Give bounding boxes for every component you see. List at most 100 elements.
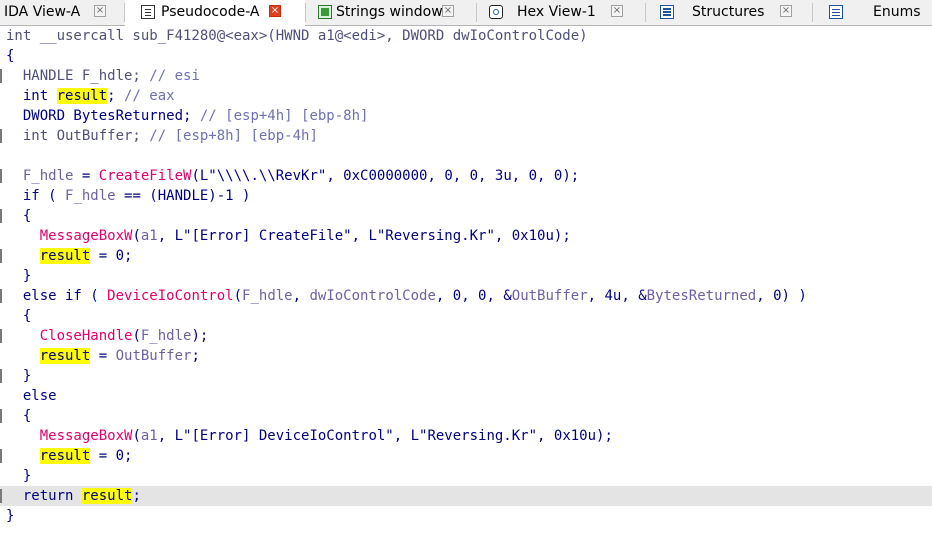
- code-line[interactable]: int __usercall sub_F41280@<eax>(HWND a1@…: [6, 26, 588, 46]
- code-text: (: [132, 428, 141, 444]
- variable[interactable]: dwIoControlCode: [309, 288, 435, 304]
- code-line[interactable]: result = 0;: [6, 446, 132, 466]
- hex-view-icon: [489, 5, 503, 19]
- close-icon[interactable]: ×: [94, 5, 106, 17]
- function-call[interactable]: CreateFileW: [99, 168, 192, 184]
- gutter-marker: [0, 69, 2, 83]
- close-icon[interactable]: ×: [780, 5, 792, 17]
- code-text: ;: [191, 348, 200, 364]
- code-line[interactable]: }: [6, 506, 14, 526]
- code-text: else if (: [6, 288, 108, 304]
- brace: {: [6, 308, 32, 324]
- code-line[interactable]: result = 0;: [6, 246, 132, 266]
- code-text: );: [191, 328, 209, 344]
- highlighted-identifier[interactable]: result: [39, 348, 91, 364]
- code-text: if (: [6, 188, 66, 204]
- close-icon[interactable]: ×: [269, 5, 281, 17]
- code-text: (: [233, 288, 243, 304]
- code-text: else: [6, 388, 57, 404]
- code-line[interactable]: MessageBoxW(a1, L"[Error] CreateFile", L…: [6, 226, 571, 246]
- comment: // [esp+4h] [ebp-8h]: [199, 108, 369, 124]
- variable[interactable]: BytesReturned: [647, 288, 757, 304]
- code-line[interactable]: result = OutBuffer;: [6, 346, 200, 366]
- declaration: int: [6, 88, 57, 104]
- variable[interactable]: OutBuffer: [512, 288, 588, 304]
- strings-icon: [318, 5, 332, 19]
- variable[interactable]: OutBuffer: [116, 348, 192, 364]
- function-signature: int __usercall sub_F41280@<eax>(HWND a1@…: [6, 28, 588, 44]
- code-line[interactable]: return result;: [6, 486, 141, 506]
- code-line[interactable]: HANDLE F_hdle; // esi: [6, 66, 200, 86]
- code-text: ;: [107, 88, 125, 104]
- tab-ida-view-a[interactable]: IDA View-A ×: [0, 0, 124, 25]
- tab-pseudocode-a[interactable]: Pseudocode-A ×: [125, 0, 305, 26]
- code-line[interactable]: {: [6, 406, 31, 426]
- variable[interactable]: F_hdle: [23, 168, 74, 184]
- code-line[interactable]: int result; // eax: [6, 86, 175, 106]
- tab-label: Strings window: [336, 4, 443, 20]
- code-text: , 0) ): [756, 288, 807, 304]
- tab-label: Hex View-1: [517, 4, 596, 20]
- gutter-marker: [0, 169, 2, 183]
- code-line[interactable]: DWORD BytesReturned; // [esp+4h] [ebp-8h…: [6, 106, 369, 126]
- code-text: return: [6, 488, 82, 504]
- code-text: ;: [132, 488, 141, 504]
- code-text: = 0;: [90, 448, 133, 464]
- brace: }: [6, 368, 32, 384]
- code-text: , 4u, &: [587, 288, 647, 304]
- code-line[interactable]: F_hdle = CreateFileW(L"\\\\.\\RevKr", 0x…: [6, 166, 579, 186]
- close-icon[interactable]: ×: [442, 5, 454, 17]
- variable[interactable]: a1: [141, 228, 158, 244]
- highlighted-identifier[interactable]: result: [39, 448, 91, 464]
- close-icon[interactable]: ×: [611, 5, 623, 17]
- brace: }: [6, 468, 32, 484]
- function-call[interactable]: MessageBoxW: [40, 228, 133, 244]
- declaration: int OutBuffer;: [6, 128, 150, 144]
- declaration: DWORD BytesReturned;: [6, 108, 200, 124]
- tab-hex-view-1[interactable]: Hex View-1 ×: [477, 0, 645, 25]
- gutter-marker: [0, 449, 2, 463]
- code-line[interactable]: {: [6, 306, 31, 326]
- gutter-marker: [0, 209, 2, 223]
- gutter-marker: [0, 249, 2, 263]
- gutter-marker: [0, 329, 2, 343]
- tab-enums[interactable]: Enums: [813, 0, 932, 25]
- code-text: (: [132, 228, 141, 244]
- declaration: HANDLE F_hdle;: [6, 68, 150, 84]
- brace: }: [6, 268, 32, 284]
- code-line[interactable]: else: [6, 386, 57, 406]
- code-text: (L"\\\\.\\RevKr", 0xC0000000, 0, 0, 3u, …: [191, 168, 580, 184]
- tab-strings-window[interactable]: Strings window ×: [306, 0, 476, 25]
- code-line[interactable]: }: [6, 466, 31, 486]
- comment: // [esp+8h] [ebp-4h]: [149, 128, 318, 144]
- function-call[interactable]: MessageBoxW: [40, 428, 133, 444]
- code-line[interactable]: }: [6, 366, 31, 386]
- comment: // eax: [124, 88, 175, 104]
- variable[interactable]: a1: [141, 428, 158, 444]
- pseudocode-icon: [141, 5, 155, 19]
- highlighted-identifier[interactable]: result: [56, 88, 108, 104]
- code-text: ,: [292, 288, 310, 304]
- pseudocode-view[interactable]: int __usercall sub_F41280@<eax>(HWND a1@…: [0, 26, 932, 546]
- code-line[interactable]: CloseHandle(F_hdle);: [6, 326, 209, 346]
- brace: {: [6, 208, 32, 224]
- code-text: =: [73, 168, 99, 184]
- tab-label: Enums: [873, 4, 921, 20]
- code-line[interactable]: MessageBoxW(a1, L"[Error] DeviceIoContro…: [6, 426, 613, 446]
- gutter-marker: [0, 369, 2, 383]
- highlighted-identifier[interactable]: result: [39, 248, 91, 264]
- code-line[interactable]: int OutBuffer; // [esp+8h] [ebp-4h]: [6, 126, 318, 146]
- code-line[interactable]: {: [6, 206, 31, 226]
- variable[interactable]: F_hdle: [141, 328, 192, 344]
- function-call[interactable]: CloseHandle: [40, 328, 133, 344]
- tab-label: Pseudocode-A: [161, 4, 260, 20]
- highlighted-identifier[interactable]: result: [81, 488, 133, 504]
- tab-structures[interactable]: Structures ×: [646, 0, 812, 25]
- code-line[interactable]: else if ( DeviceIoControl(F_hdle, dwIoCo…: [6, 286, 807, 306]
- variable[interactable]: F_hdle: [65, 188, 116, 204]
- function-call[interactable]: DeviceIoControl: [107, 288, 233, 304]
- code-line[interactable]: if ( F_hdle == (HANDLE)-1 ): [6, 186, 251, 206]
- variable[interactable]: F_hdle: [242, 288, 293, 304]
- code-line[interactable]: }: [6, 266, 31, 286]
- code-line[interactable]: {: [6, 46, 14, 66]
